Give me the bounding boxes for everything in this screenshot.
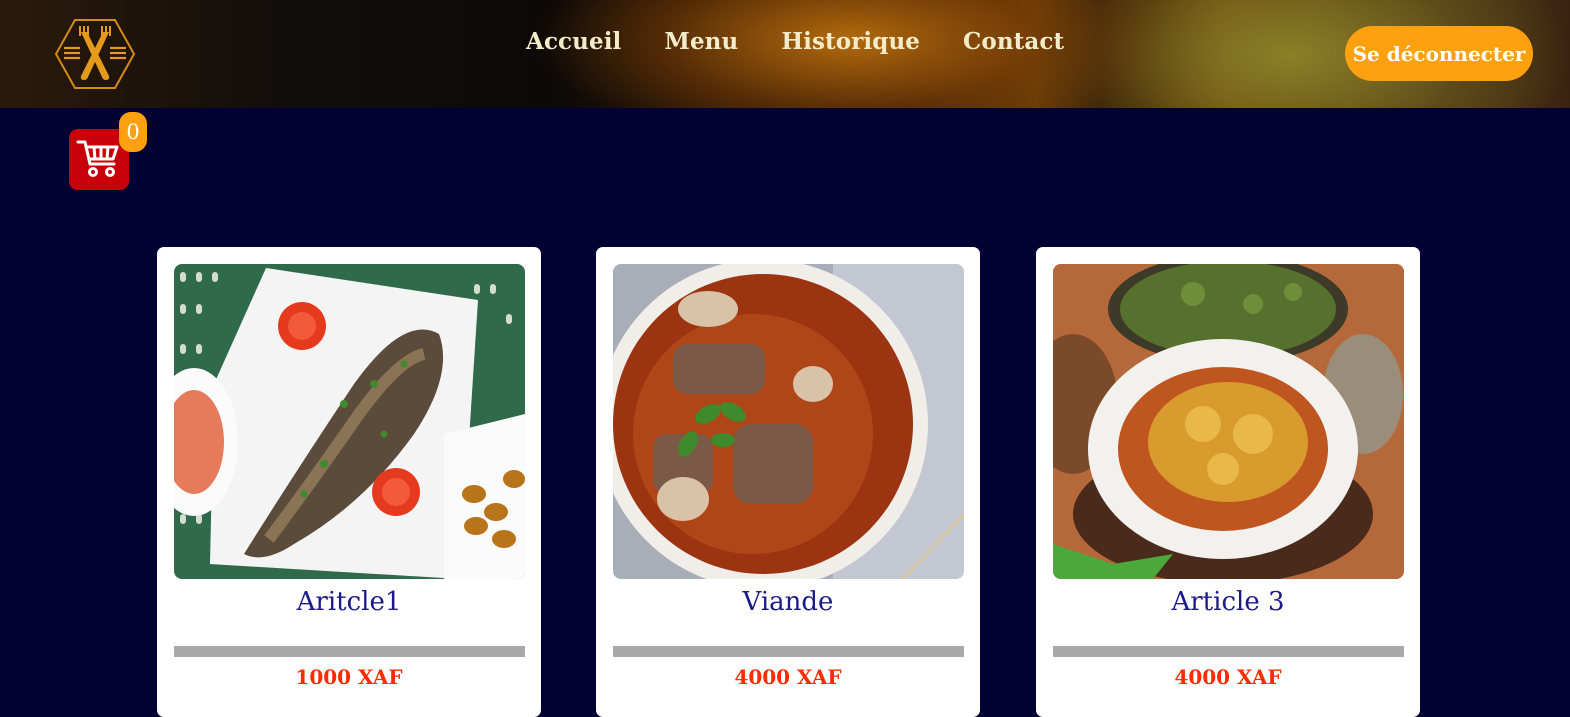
nav-accueil[interactable]: Accueil — [526, 28, 621, 55]
product-divider — [1053, 646, 1404, 657]
meat-stew-image[interactable] — [613, 264, 964, 579]
nav-menu[interactable]: Menu — [664, 28, 738, 55]
product-price: 4000 XAF — [1174, 665, 1282, 689]
shopping-cart-icon — [76, 137, 122, 183]
logout-button[interactable]: Se déconnecter — [1345, 26, 1533, 81]
product-name: Viande — [742, 587, 834, 617]
product-divider — [613, 646, 964, 657]
main-nav: Accueil Menu Historique Contact — [526, 28, 1107, 55]
nav-contact[interactable]: Contact — [963, 28, 1064, 55]
product-card[interactable]: Article 3 4000 XAF — [1036, 247, 1420, 717]
product-price: 4000 XAF — [734, 665, 842, 689]
product-card[interactable]: Aritcle1 1000 XAF — [157, 247, 541, 717]
product-name: Aritcle1 — [296, 587, 402, 617]
cart-count-badge: 0 — [119, 112, 147, 152]
product-name: Article 3 — [1171, 587, 1285, 617]
product-price: 1000 XAF — [295, 665, 403, 689]
grilled-fish-image[interactable] — [174, 264, 525, 579]
fork-knife-hexagon-icon[interactable] — [54, 18, 136, 90]
top-header: Accueil Menu Historique Contact Se décon… — [0, 0, 1570, 108]
sauce-bowl-image[interactable] — [1053, 264, 1404, 579]
product-card[interactable]: Viande 4000 XAF — [596, 247, 980, 717]
nav-historique[interactable]: Historique — [781, 28, 920, 55]
product-divider — [174, 646, 525, 657]
